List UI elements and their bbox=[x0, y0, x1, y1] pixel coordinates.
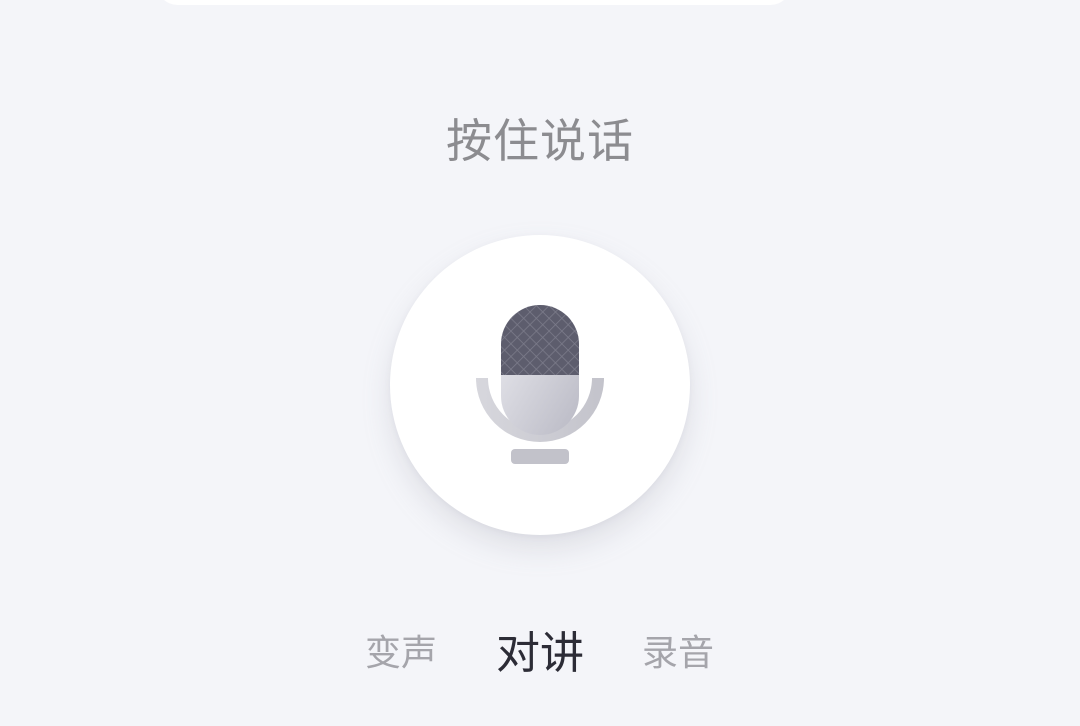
microphone-icon bbox=[476, 305, 604, 464]
mode-tabs: 变声 对讲 录音 bbox=[0, 622, 1080, 686]
hold-to-talk-button[interactable] bbox=[390, 235, 690, 535]
input-panel-edge bbox=[156, 0, 792, 5]
tab-intercom[interactable]: 对讲 bbox=[486, 622, 594, 686]
tab-voice-change[interactable]: 变声 bbox=[350, 622, 452, 686]
tab-record[interactable]: 录音 bbox=[628, 622, 728, 686]
hold-to-talk-hint: 按住说话 bbox=[446, 114, 634, 168]
